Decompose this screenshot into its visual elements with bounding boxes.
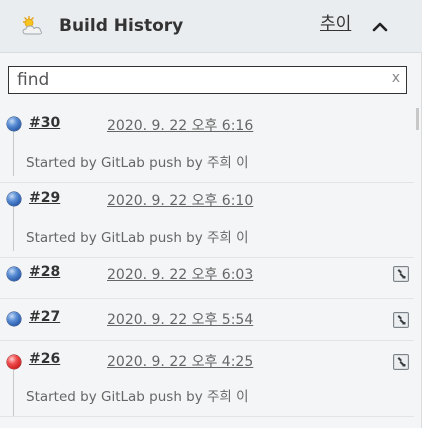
build-row: #27 2020. 9. 22 오후 5:54 — [0, 299, 414, 341]
build-cause: Started by GitLab push by 주희 이 — [26, 389, 249, 405]
build-history-header: Build History 추이 — [0, 0, 422, 53]
console-output-icon[interactable] — [393, 266, 409, 282]
blue-ball-status-icon — [7, 117, 21, 131]
search-input[interactable] — [9, 67, 387, 92]
build-number-link[interactable]: #28 — [29, 264, 60, 280]
build-row: #30 2020. 9. 22 오후 6:16 Started by GitLa… — [0, 108, 414, 183]
build-number-link[interactable]: #29 — [29, 190, 60, 206]
build-cause: Started by GitLab push by 주희 이 — [26, 230, 249, 246]
build-number-link[interactable]: #27 — [29, 309, 60, 325]
scrollbar[interactable] — [416, 108, 419, 130]
tree-connector — [13, 207, 14, 251]
build-row: #26 2020. 9. 22 오후 4:25 Started by GitLa… — [0, 341, 414, 417]
blue-ball-status-icon — [7, 192, 21, 206]
trend-link[interactable]: 추이 — [320, 12, 351, 36]
chevron-up-icon[interactable] — [369, 16, 391, 38]
build-time-link[interactable]: 2020. 9. 22 오후 6:16 — [107, 115, 253, 135]
build-time-link[interactable]: 2020. 9. 22 오후 4:25 — [107, 351, 253, 371]
build-number-link[interactable]: #26 — [29, 351, 60, 367]
panel-title: Build History — [59, 16, 184, 36]
blue-ball-status-icon — [7, 312, 21, 326]
build-list: #30 2020. 9. 22 오후 6:16 Started by GitLa… — [0, 108, 414, 417]
tree-connector — [13, 132, 14, 176]
tree-connector — [13, 370, 14, 416]
build-row: #29 2020. 9. 22 오후 6:10 Started by GitLa… — [0, 183, 414, 258]
build-history-panel: Build History 추이 x #30 2020. 9. 22 오후 6:… — [0, 0, 422, 428]
partly-sunny-icon — [22, 16, 42, 35]
blue-ball-status-icon — [7, 267, 21, 281]
build-row: #28 2020. 9. 22 오후 6:03 — [0, 258, 414, 299]
build-time-link[interactable]: 2020. 9. 22 오후 6:10 — [107, 190, 253, 210]
build-time-link[interactable]: 2020. 9. 22 오후 6:03 — [107, 264, 253, 284]
build-time-link[interactable]: 2020. 9. 22 오후 5:54 — [107, 309, 253, 329]
console-output-icon[interactable] — [393, 312, 409, 328]
build-cause: Started by GitLab push by 주희 이 — [26, 155, 249, 171]
clear-search-icon[interactable]: x — [392, 70, 400, 86]
build-number-link[interactable]: #30 — [29, 115, 60, 131]
red-ball-status-icon — [7, 355, 21, 369]
search-box: x — [8, 66, 407, 94]
console-output-icon[interactable] — [393, 354, 409, 370]
